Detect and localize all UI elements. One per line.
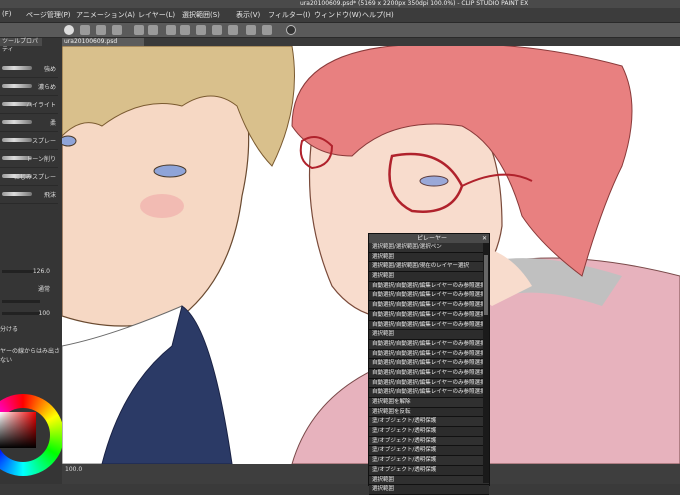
menu-file[interactable]: (F) (2, 10, 12, 18)
history-item[interactable]: 塗/オブジェクト/透明保護 (369, 417, 489, 428)
history-panel-title: ピレーヤー (417, 235, 448, 242)
history-item[interactable]: 塗/オブジェクト/透明保護 (369, 436, 489, 447)
brush-stroke-preview (2, 84, 32, 88)
undo-icon[interactable] (134, 25, 144, 35)
blend-mode-row[interactable]: 通常 (0, 282, 60, 293)
menu-window[interactable]: ウィンドウ(W) (314, 10, 361, 20)
history-item[interactable]: 自動選択/自動選択/編集レイヤーのみ参照選択 (369, 281, 489, 292)
transform-icon[interactable] (180, 25, 190, 35)
command-bar (0, 23, 680, 38)
snap-icon[interactable] (262, 25, 272, 35)
close-icon[interactable]: ✕ (482, 234, 487, 243)
save-icon[interactable] (112, 25, 122, 35)
history-item[interactable]: 選択範囲 (369, 485, 489, 495)
tool-property-tab[interactable]: ツールプロパティ (0, 38, 42, 53)
menu-view[interactable]: 表示(V) (236, 10, 260, 20)
history-item[interactable]: 塗/オブジェクト/透明保護 (369, 456, 489, 466)
brush-item[interactable]: ハイライト (0, 96, 58, 114)
scrollbar-thumb[interactable] (484, 255, 488, 315)
history-panel-header: ピレーヤー ✕ (369, 234, 489, 243)
opacity-row[interactable]: 100 (0, 308, 60, 319)
deselect-icon[interactable] (196, 25, 206, 35)
brush-size-row[interactable]: 126.0 (0, 266, 60, 277)
history-item[interactable]: 塗/オブジェクト/透明保護 (369, 446, 489, 457)
brush-stroke-preview (2, 66, 32, 70)
opacity-slider[interactable] (2, 312, 40, 315)
title-bar: ura20100609.psd* (5169 x 2200px 350dpi 1… (0, 0, 680, 8)
menu-animation[interactable]: アニメーション(A) (76, 10, 135, 20)
history-item[interactable]: 選択範囲 (369, 330, 489, 340)
history-item[interactable]: 自動選択/自動選択/編集レイヤーのみ参照選択 (369, 359, 489, 369)
history-item[interactable]: 自動選択/自動選択/編集レイヤーのみ参照選択 (369, 310, 489, 321)
history-item[interactable]: 自動選択/自動選択/編集レイヤーのみ参照選択 (369, 320, 489, 331)
history-item[interactable]: 自動選択/自動選択/編集レイヤーのみ参照選択 (369, 291, 489, 302)
prop-row[interactable]: 分ける (0, 322, 60, 333)
history-item[interactable]: 塗/オブジェクト/透明保護 (369, 465, 489, 476)
crop-icon[interactable] (228, 25, 238, 35)
clear-icon[interactable] (166, 25, 176, 35)
brush-item[interactable]: スプレー (0, 132, 58, 150)
brush-item[interactable]: 強め (0, 60, 58, 78)
history-item[interactable]: 選択範囲/選択範囲/選択ペン (369, 243, 489, 253)
menu-filter[interactable]: フィルター(I) (268, 10, 310, 20)
history-list: 選択範囲/選択範囲/選択ペン 選択範囲 選択範囲/選択範囲/現在のレイヤー選択 選択範… (369, 243, 489, 495)
brush-stroke-preview (2, 192, 32, 196)
history-item[interactable]: 自動選択/自動選択/編集レイヤーのみ参照選択 (369, 388, 489, 398)
fill-icon[interactable] (246, 25, 256, 35)
history-item[interactable]: 自動選択/自動選択/編集レイヤーのみ参照選択 (369, 339, 489, 350)
menu-layer[interactable]: レイヤー(L) (138, 10, 175, 20)
history-item[interactable]: 自動選択/自動選択/編集レイヤーのみ参照選択 (369, 349, 489, 360)
history-item[interactable]: 選択範囲を反転 (369, 407, 489, 418)
history-item[interactable]: 選択範囲を解除 (369, 398, 489, 408)
no-overflow-row[interactable]: ヤーの線からはみ出さない (0, 344, 60, 364)
invert-selection-icon[interactable] (212, 25, 222, 35)
menu-page[interactable]: ページ管理(P) (26, 10, 71, 20)
help-icon[interactable] (286, 25, 296, 35)
brush-item[interactable]: トーン削り (0, 150, 58, 168)
document-tab[interactable]: ura20100609.psd (62, 38, 144, 46)
color-square[interactable] (0, 412, 36, 448)
history-scrollbar[interactable] (483, 243, 489, 483)
redo-icon[interactable] (148, 25, 158, 35)
prop-slider[interactable] (2, 300, 40, 303)
open-icon[interactable] (96, 25, 106, 35)
history-item[interactable]: 自動選択/自動選択/編集レイヤーのみ参照選択 (369, 301, 489, 311)
history-item[interactable]: 自動選択/自動選択/編集レイヤーのみ参照選択 (369, 378, 489, 389)
window-title: ura20100609.psd* (5169 x 2200px 350dpi 1… (300, 0, 529, 7)
brush-item[interactable]: 柔 (0, 114, 58, 132)
brush-item[interactable]: 濃らめ (0, 78, 58, 96)
history-item[interactable]: 選択範囲 (369, 252, 489, 263)
menu-help[interactable]: ヘルプ(H) (362, 10, 394, 20)
history-item[interactable]: 選択範囲/選択範囲/現在のレイヤー選択 (369, 262, 489, 273)
history-item[interactable]: 自動選択/自動選択/編集レイヤーのみ参照選択 (369, 368, 489, 379)
history-panel: ピレーヤー ✕ 選択範囲/選択範囲/選択ペン 選択範囲 選択範囲/選択範囲/現在のレ… (368, 233, 490, 495)
brush-item[interactable]: 飛沫 (0, 186, 58, 204)
brush-item[interactable]: にじみスプレー (0, 168, 58, 186)
new-file-icon[interactable] (80, 25, 90, 35)
brush-stroke-preview (2, 138, 32, 142)
brush-stroke-preview (2, 120, 32, 124)
prop-row[interactable] (0, 296, 60, 307)
zoom-value: 100.0 (65, 466, 83, 473)
history-item[interactable]: 選択範囲 (369, 272, 489, 282)
menu-bar: (F) ページ管理(P) アニメーション(A) レイヤー(L) 選択範囲(S) … (0, 8, 680, 23)
menu-selection[interactable]: 選択範囲(S) (182, 10, 220, 20)
history-item[interactable]: 塗/オブジェクト/透明保護 (369, 427, 489, 437)
eye-icon[interactable] (64, 25, 74, 35)
